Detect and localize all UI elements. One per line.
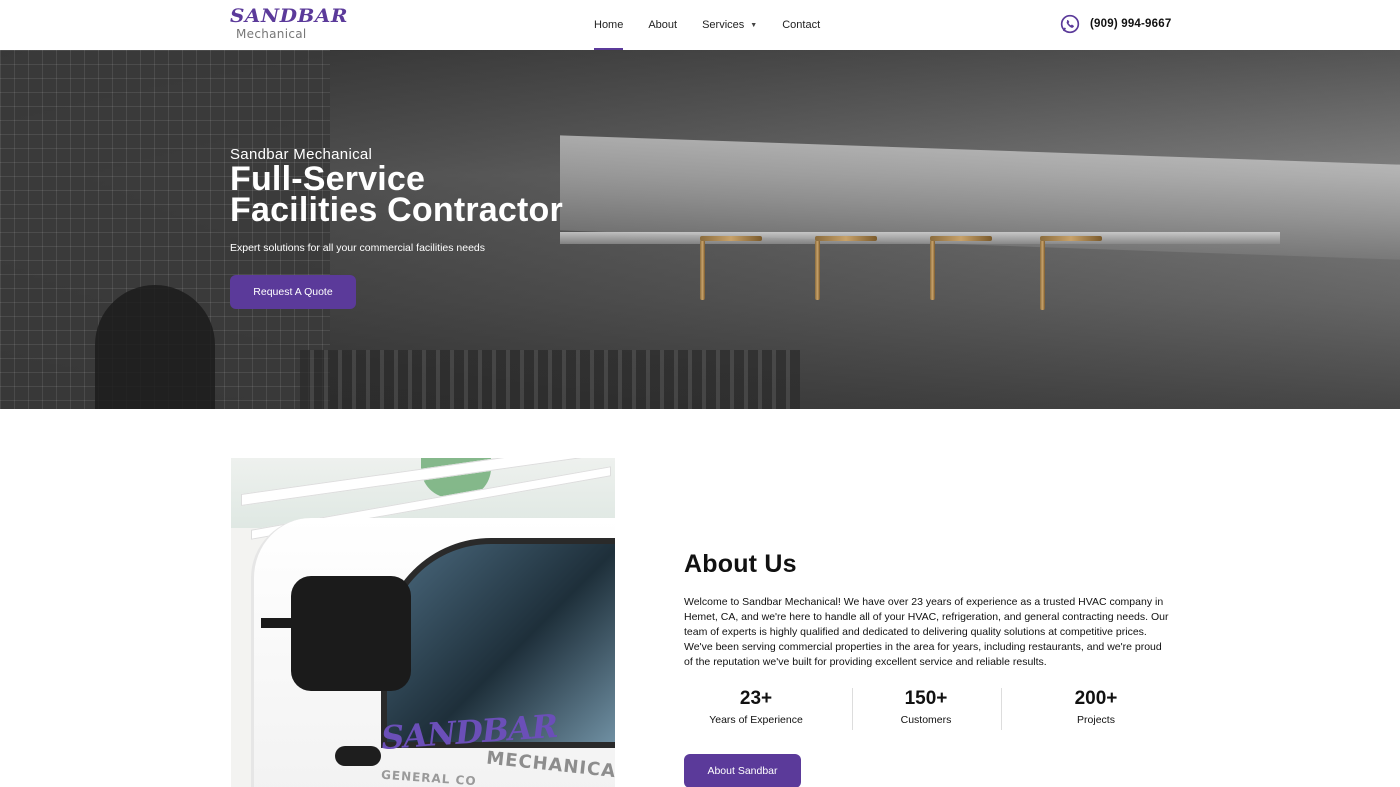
stat-label: Customers [900, 714, 952, 726]
about-sandbar-button[interactable]: About Sandbar [684, 754, 801, 787]
nav-item-label: Contact [782, 19, 821, 31]
hero-gas-pipe [1040, 240, 1045, 310]
nav-item-contact[interactable]: Contact [782, 0, 820, 50]
hero-gas-pipe [815, 236, 877, 241]
stat-label: Projects [1077, 714, 1115, 726]
stat-value: 200+ [1074, 688, 1118, 709]
hero-gas-pipe [700, 240, 705, 300]
hero-banner: Sandbar Mechanical Full-Service Faciliti… [0, 50, 1400, 409]
logo-subtitle: Mechanical [236, 27, 307, 41]
nav-item-home[interactable]: Home [594, 0, 624, 50]
main-nav: Home About Services ▼ Contact [594, 0, 845, 50]
hero-tagline: Expert solutions for all your commercial… [230, 242, 486, 254]
stats-row: 23+ Years of Experience 150+ Customers 2… [684, 688, 1170, 730]
nav-item-services[interactable]: Services ▼ [702, 0, 757, 50]
chevron-down-icon: ▼ [750, 21, 758, 29]
photo-side-mirror [291, 576, 411, 691]
hero-shelf [560, 232, 1280, 244]
nav-item-about[interactable]: About [648, 0, 677, 50]
hero-content: Sandbar Mechanical Full-Service Faciliti… [230, 146, 570, 254]
hero-gas-pipe [1040, 236, 1102, 241]
hero-range-grates [300, 350, 800, 409]
hero-gas-pipe [930, 240, 935, 300]
phone-number: (909) 994-9667 [1090, 18, 1172, 30]
phone-link[interactable]: (909) 994-9667 [1060, 14, 1171, 34]
hero-title: Full-Service Facilities Contractor [230, 160, 563, 229]
stat-value: 150+ [904, 688, 948, 709]
stat-value: 23+ [739, 688, 773, 709]
logo-wordmark: SANDBAR [230, 5, 349, 27]
site-logo[interactable]: SANDBAR Mechanical [230, 5, 347, 43]
nav-item-label: About [648, 19, 678, 31]
hero-gas-pipe [700, 236, 762, 241]
photo-door-handle [335, 746, 381, 766]
stat-years: 23+ Years of Experience [684, 688, 828, 730]
stat-label: Years of Experience [709, 714, 803, 726]
hero-gas-pipe [815, 240, 820, 300]
stat-divider [1001, 688, 1002, 730]
about-title: About Us [684, 550, 797, 578]
stat-customers: 150+ Customers [852, 688, 1000, 730]
hero-gas-pipe [930, 236, 992, 241]
request-quote-button[interactable]: Request A Quote [230, 275, 356, 309]
site-header: SANDBAR Mechanical Home About Services ▼… [0, 0, 1400, 50]
hero-oven-opening [95, 285, 215, 409]
stat-projects: 200+ Projects [1022, 688, 1170, 730]
about-body: Welcome to Sandbar Mechanical! We have o… [684, 596, 1169, 668]
about-truck-photo: SANDBAR MECHANICAL GENERAL CO [231, 458, 615, 787]
whatsapp-phone-icon [1060, 14, 1080, 34]
nav-item-label: Home [594, 19, 624, 31]
nav-item-label: Services [702, 19, 745, 31]
about-section: About Us Welcome to Sandbar Mechanical! … [684, 550, 1170, 670]
